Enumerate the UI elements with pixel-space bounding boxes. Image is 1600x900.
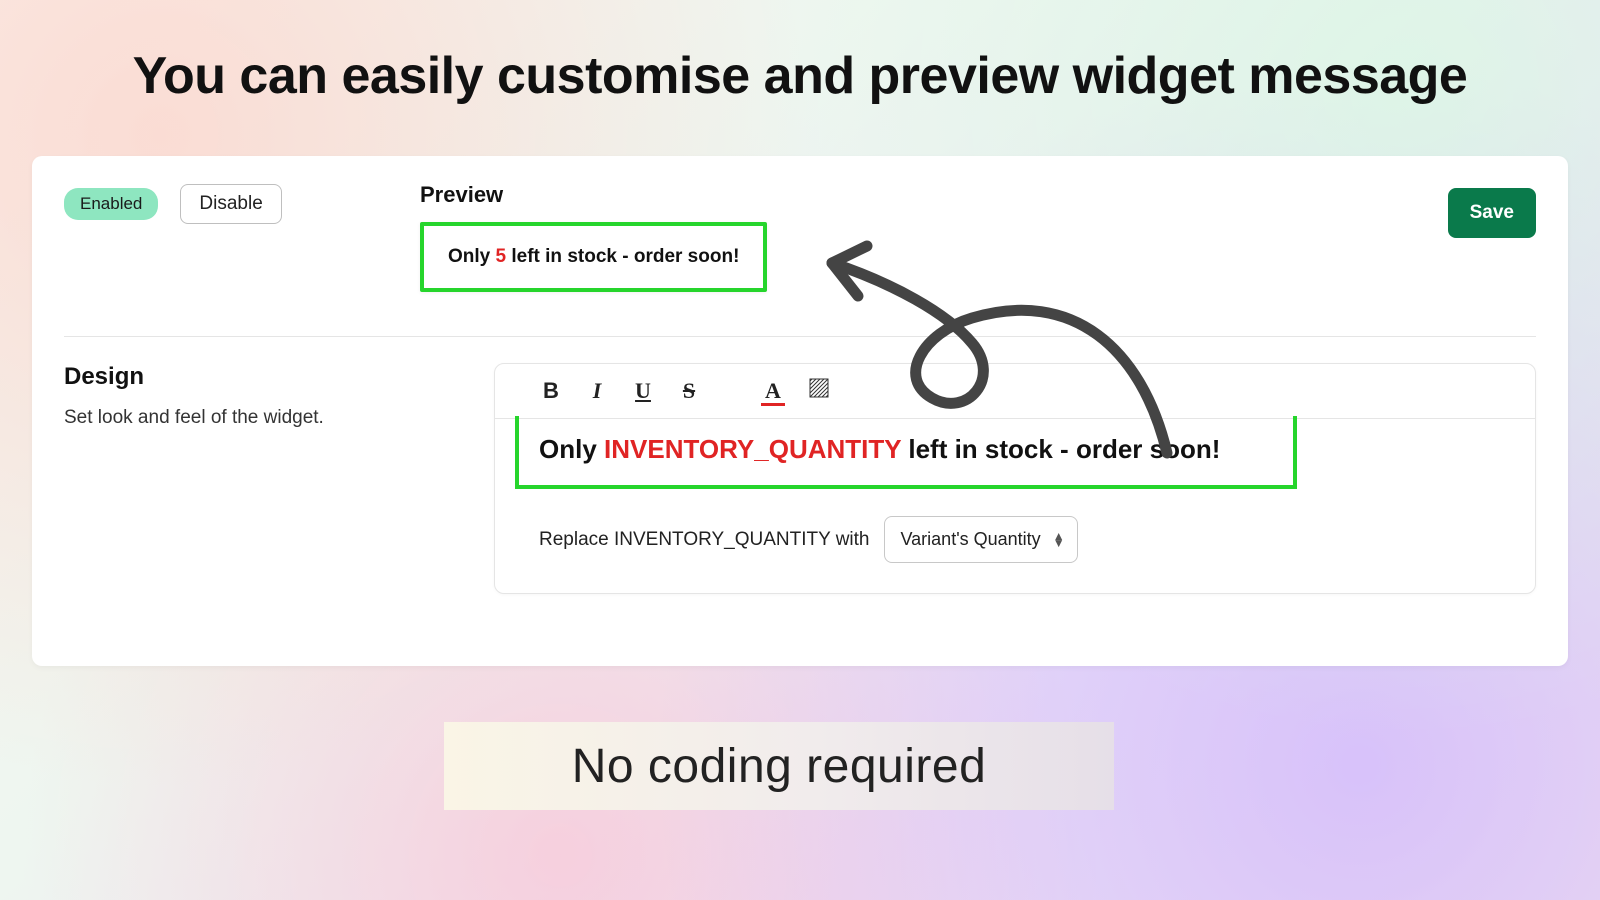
- settings-panel: Enabled Disable Preview Only 5 left in s…: [32, 156, 1568, 666]
- editor-suffix: left in stock - order soon!: [901, 434, 1220, 464]
- text-color-icon[interactable]: A: [761, 378, 785, 404]
- chevron-updown-icon: ▲▼: [1053, 533, 1065, 547]
- editor-content[interactable]: Only INVENTORY_QUANTITY left in stock - …: [515, 416, 1297, 489]
- replace-selected: Variant's Quantity: [901, 529, 1041, 549]
- editor-toolbar: B I U S A: [495, 364, 1535, 419]
- design-description: Set look and feel of the widget.: [64, 407, 494, 429]
- editor-card: B I U S A Only INVENTORY_QUANTITY left i…: [494, 363, 1536, 594]
- hero-title: You can easily customise and preview wid…: [0, 46, 1600, 106]
- editor-prefix: Only: [539, 434, 604, 464]
- save-button[interactable]: Save: [1448, 188, 1536, 238]
- design-heading: Design: [64, 363, 494, 391]
- bold-icon[interactable]: B: [539, 378, 563, 404]
- preview-suffix: left in stock - order soon!: [506, 246, 739, 267]
- background-color-icon[interactable]: [807, 378, 831, 404]
- replace-select[interactable]: Variant's Quantity ▲▼: [884, 516, 1078, 563]
- section-divider: [64, 336, 1536, 337]
- italic-icon[interactable]: I: [585, 378, 609, 404]
- preview-message-box: Only 5 left in stock - order soon!: [420, 222, 767, 292]
- preview-prefix: Only: [448, 246, 496, 267]
- editor-token: INVENTORY_QUANTITY: [604, 434, 901, 464]
- underline-icon[interactable]: U: [631, 378, 655, 404]
- footer-tagline: No coding required: [444, 722, 1114, 810]
- strikethrough-icon[interactable]: S: [677, 378, 701, 404]
- preview-heading: Preview: [420, 182, 1416, 208]
- disable-button[interactable]: Disable: [180, 184, 281, 224]
- replace-label: Replace INVENTORY_QUANTITY with: [539, 529, 870, 551]
- preview-qty: 5: [496, 246, 507, 267]
- enabled-badge: Enabled: [64, 188, 158, 220]
